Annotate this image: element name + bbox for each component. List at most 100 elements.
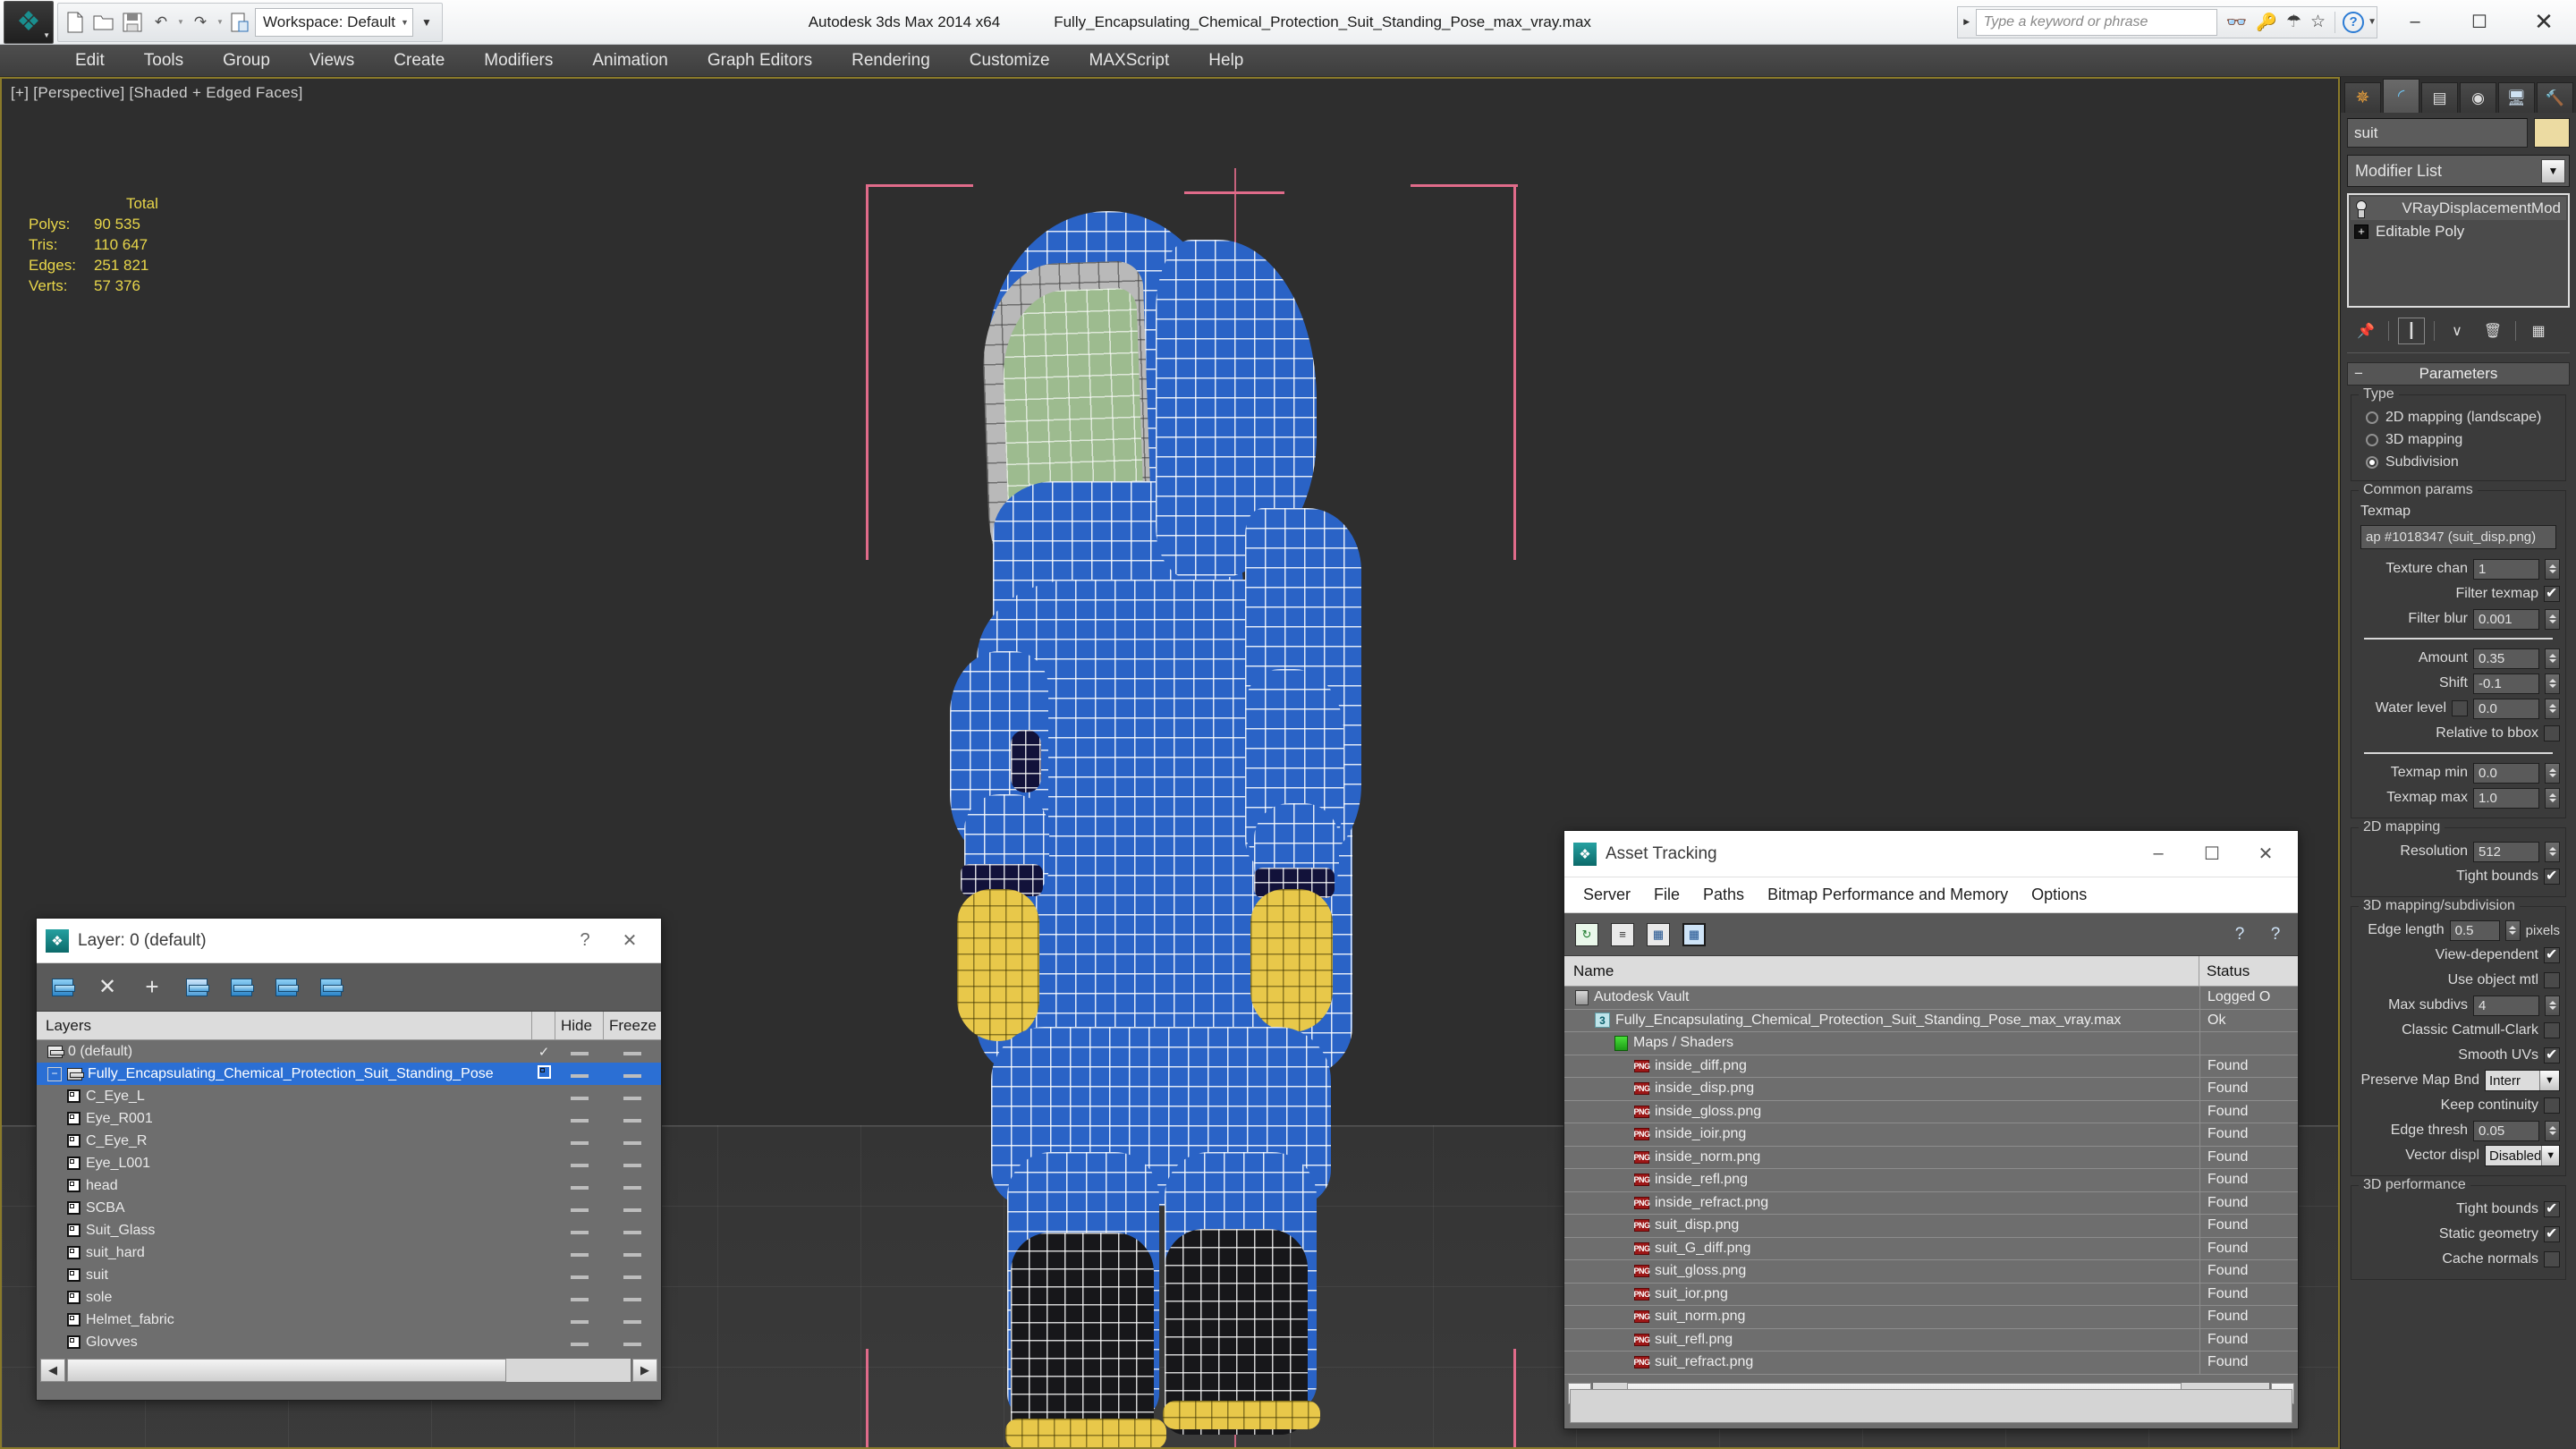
undo-dropdown-icon[interactable]: ▼ [176, 18, 185, 26]
layer-freeze-toggle[interactable] [604, 1223, 661, 1239]
layer-hide-toggle[interactable] [555, 1178, 604, 1194]
collapse-icon[interactable]: − [2348, 365, 2369, 383]
asset-name-cell[interactable]: PNG inside_gloss.png [1564, 1104, 2199, 1120]
favorites-star-icon[interactable]: ☆ [2310, 12, 2326, 32]
add-layer-icon[interactable]: + [139, 973, 165, 1001]
radio-button[interactable] [2366, 433, 2378, 446]
field-checkbox[interactable] [2544, 584, 2560, 602]
layer-name-cell[interactable]: head [37, 1178, 532, 1194]
asset-menu-item-options[interactable]: Options [2020, 883, 2098, 907]
layer-freeze-toggle[interactable] [604, 1111, 661, 1127]
asset-menu-item-file[interactable]: File [1642, 883, 1691, 907]
menu-item-edit[interactable]: Edit [55, 47, 124, 74]
type-option[interactable]: 2D mapping (landscape) [2357, 406, 2560, 428]
scroll-thumb[interactable] [67, 1359, 507, 1382]
layer-hide-toggle[interactable] [555, 1312, 604, 1328]
layer-freeze-toggle[interactable] [604, 1245, 661, 1261]
layer-name-cell[interactable]: Helmet_fabric [37, 1312, 532, 1328]
column-name[interactable]: Name [1564, 956, 2199, 986]
layer-hide-toggle[interactable] [555, 1111, 604, 1127]
layer-name-cell[interactable]: Glovves [37, 1335, 532, 1351]
layer-hide-toggle[interactable] [555, 1245, 604, 1261]
layer-hide-toggle[interactable] [555, 1223, 604, 1239]
maximize-button[interactable]: ☐ [2447, 0, 2512, 45]
redo-icon[interactable]: ↷ [187, 8, 214, 37]
menu-item-modifiers[interactable]: Modifiers [464, 47, 572, 74]
asset-row[interactable]: PNG suit_G_diff.png Found [1564, 1237, 2298, 1260]
field-value-input[interactable]: 0.0 [2473, 698, 2539, 719]
menu-item-create[interactable]: Create [374, 47, 464, 74]
command-panel[interactable]: ✵ ◜ ▤ ◉ 🖥 🔨 suit Modifier List ▼ VRayDis… [2340, 77, 2576, 1449]
configure-modifier-sets-icon[interactable]: ▦ [2525, 318, 2552, 344]
open-file-icon[interactable] [90, 8, 117, 37]
tab-utilities[interactable]: 🔨 [2537, 82, 2573, 113]
layer-row[interactable]: Suit_Glass [37, 1219, 661, 1241]
asset-name-cell[interactable]: PNG inside_disp.png [1564, 1080, 2199, 1097]
asset-row[interactable]: Autodesk Vault Logged O [1564, 987, 2298, 1010]
pin-stack-icon[interactable]: 📌 [2352, 318, 2379, 344]
spinner-arrows[interactable] [2545, 608, 2560, 630]
field-value-input[interactable]: 0.35 [2473, 648, 2539, 669]
menu-item-help[interactable]: Help [1189, 47, 1263, 74]
undo-icon[interactable]: ↶ [148, 8, 174, 37]
spinner-arrows[interactable] [2545, 558, 2560, 580]
asset-name-cell[interactable]: PNG suit_ior.png [1564, 1286, 2199, 1302]
grid-view-icon[interactable]: ▦ [1682, 922, 1706, 946]
menu-item-tools[interactable]: Tools [124, 47, 203, 74]
layer-freeze-toggle[interactable] [604, 1267, 661, 1284]
expander-icon[interactable]: − [47, 1066, 62, 1081]
field-value-input[interactable]: -0.1 [2473, 673, 2539, 694]
layer-freeze-toggle[interactable] [604, 1133, 661, 1149]
asset-row[interactable]: PNG inside_disp.png Found [1564, 1078, 2298, 1101]
field-value-input[interactable]: 0.5 [2449, 919, 2500, 941]
scroll-track[interactable] [67, 1359, 631, 1382]
modifier-stack-item[interactable]: VRayDisplacementMod [2351, 197, 2566, 220]
layer-name-cell[interactable]: − Fully_Encapsulating_Chemical_Protection… [37, 1066, 532, 1082]
layer-visibility-toggle[interactable]: ✓ [532, 1044, 555, 1060]
asset-name-cell[interactable]: PNG suit_norm.png [1564, 1309, 2199, 1325]
spinner-arrows[interactable] [2545, 995, 2560, 1016]
tab-display[interactable]: 🖥 [2498, 82, 2535, 113]
radio-button[interactable] [2366, 411, 2378, 424]
column-hide[interactable]: Hide [555, 1012, 604, 1039]
field-value-input[interactable]: 4 [2473, 995, 2539, 1016]
layer-hide-toggle[interactable] [555, 1044, 604, 1060]
field-dropdown[interactable]: Disabled ▼ [2485, 1145, 2560, 1166]
field-checkbox[interactable] [2544, 1046, 2560, 1063]
layer-freeze-toggle[interactable] [604, 1312, 661, 1328]
show-end-result-icon[interactable]: ┃ [2398, 318, 2425, 344]
field-checkbox[interactable] [2544, 1097, 2560, 1114]
chevron-down-icon[interactable]: ▼ [2539, 1071, 2559, 1090]
asset-row[interactable]: Maps / Shaders [1564, 1032, 2298, 1055]
layer-freeze-toggle[interactable] [604, 1089, 661, 1105]
help-add-icon[interactable]: ? [2228, 923, 2251, 946]
asset-menu-item-bitmap-performance-and-memory[interactable]: Bitmap Performance and Memory [1756, 883, 2020, 907]
remove-modifier-icon[interactable]: 🗑 [2479, 318, 2506, 344]
layer-name-cell[interactable]: suit_hard [37, 1245, 532, 1261]
field-checkbox[interactable] [2544, 1022, 2560, 1038]
parameters-rollout[interactable]: − Parameters Type 2D mapping (landscape)… [2347, 362, 2570, 1280]
field-dropdown[interactable]: Interr ▼ [2485, 1070, 2560, 1091]
spinner-arrows[interactable] [2504, 919, 2521, 941]
asset-row[interactable]: PNG inside_refract.png Found [1564, 1191, 2298, 1215]
app-logo-button[interactable]: ❖ ▼ [4, 0, 54, 44]
menu-item-graph-editors[interactable]: Graph Editors [688, 47, 832, 74]
menu-item-rendering[interactable]: Rendering [832, 47, 950, 74]
asset-name-cell[interactable]: PNG inside_refl.png [1564, 1172, 2199, 1188]
layer-name-cell[interactable]: C_Eye_L [37, 1089, 532, 1105]
modifier-stack-item[interactable]: + Editable Poly [2351, 220, 2566, 243]
layer-visibility-toggle[interactable] [532, 1065, 555, 1082]
delete-layer-icon[interactable]: ✕ [94, 974, 121, 1001]
create-new-layer-icon[interactable] [49, 974, 76, 1001]
column-layers[interactable]: Layers [37, 1012, 532, 1039]
layer-row[interactable]: 0 (default) ✓ [37, 1040, 661, 1063]
tab-hierarchy[interactable]: ▤ [2421, 82, 2458, 113]
asset-row[interactable]: PNG suit_refl.png Found [1564, 1328, 2298, 1352]
spinner-arrows[interactable] [2545, 762, 2560, 784]
asset-name-cell[interactable]: PNG inside_norm.png [1564, 1149, 2199, 1165]
binoculars-icon[interactable]: 👓 [2226, 12, 2248, 33]
field-checkbox[interactable] [2544, 1224, 2560, 1242]
menu-item-customize[interactable]: Customize [950, 47, 1070, 74]
layer-freeze-toggle[interactable] [604, 1335, 661, 1351]
layer-properties-icon[interactable] [318, 974, 344, 1001]
